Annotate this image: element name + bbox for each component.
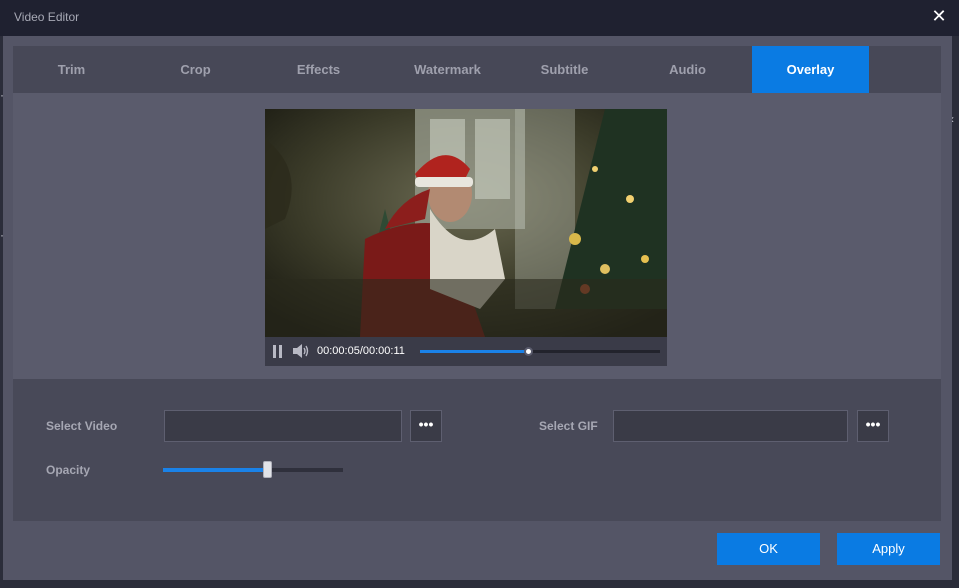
video-frame xyxy=(265,109,667,337)
tab-trim[interactable]: Trim xyxy=(13,46,130,93)
browse-video-button[interactable]: ••• xyxy=(410,410,442,442)
title-bar: Video Editor ✕ xyxy=(0,0,959,36)
seek-bar[interactable] xyxy=(420,347,660,356)
browse-gif-button[interactable]: ••• xyxy=(857,410,889,442)
opacity-handle[interactable] xyxy=(263,461,273,478)
close-icon[interactable]: ✕ xyxy=(929,6,949,26)
tab-bar: Trim Crop Effects Watermark Subtitle Aud… xyxy=(13,46,941,93)
time-display: 00:00:05/00:00:11 xyxy=(317,345,405,357)
select-gif-label: Select GIF xyxy=(539,419,598,433)
opacity-label: Opacity xyxy=(46,463,91,477)
video-thumbnail xyxy=(265,109,667,337)
select-gif-field[interactable] xyxy=(613,410,848,442)
video-editor-dialog: Trim Crop Effects Watermark Subtitle Aud… xyxy=(3,36,952,580)
apply-button[interactable]: Apply xyxy=(837,533,940,565)
overlay-settings-panel: Select Video ••• Select GIF ••• Opacity xyxy=(13,379,941,521)
seek-handle[interactable] xyxy=(524,347,533,356)
tab-audio[interactable]: Audio xyxy=(629,46,746,93)
tab-overlay[interactable]: Overlay xyxy=(752,46,869,93)
tab-crop[interactable]: Crop xyxy=(137,46,254,93)
player-controls: 00:00:05/00:00:11 xyxy=(265,337,667,366)
tab-effects[interactable]: Effects xyxy=(260,46,377,93)
video-player: 00:00:05/00:00:11 xyxy=(265,109,667,366)
window-title: Video Editor xyxy=(14,10,80,24)
opacity-slider[interactable] xyxy=(163,461,343,478)
volume-icon[interactable] xyxy=(291,343,311,359)
select-video-label: Select Video xyxy=(46,419,118,433)
ok-button[interactable]: OK xyxy=(717,533,820,565)
pause-icon[interactable] xyxy=(272,345,284,358)
tab-watermark[interactable]: Watermark xyxy=(389,46,506,93)
opacity-fill xyxy=(163,468,268,472)
select-video-field[interactable] xyxy=(164,410,402,442)
seek-progress xyxy=(420,350,528,353)
preview-area: 00:00:05/00:00:11 xyxy=(13,93,941,379)
tab-subtitle[interactable]: Subtitle xyxy=(506,46,623,93)
